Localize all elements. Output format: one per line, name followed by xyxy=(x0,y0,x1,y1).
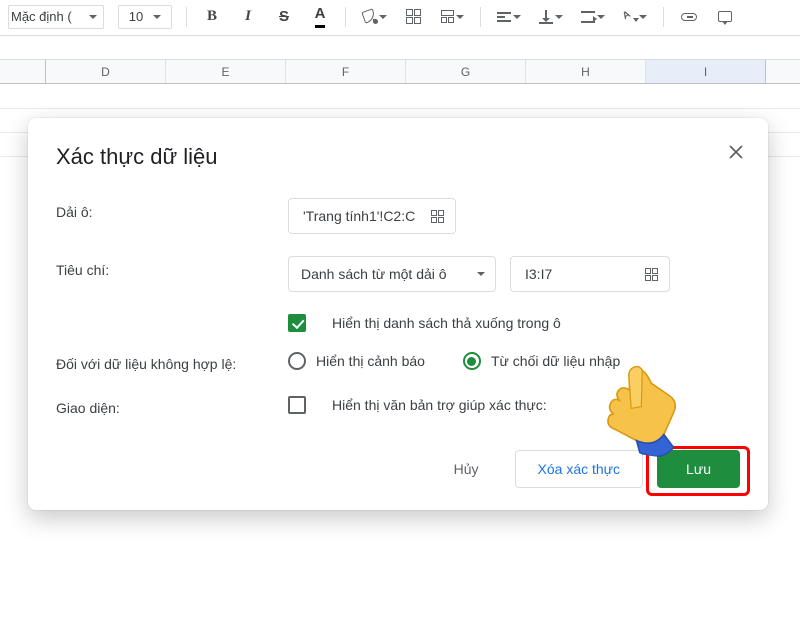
bold-button[interactable]: B xyxy=(201,6,223,28)
data-validation-dialog: Xác thực dữ liệu Dải ô: Tiêu chí: Danh s… xyxy=(28,118,768,510)
criteria-range-input[interactable] xyxy=(523,265,635,283)
column-header[interactable]: D xyxy=(46,60,166,83)
font-family-select[interactable]: Mặc định ( xyxy=(8,5,104,29)
text-color-icon: A xyxy=(315,5,326,28)
wrap-icon xyxy=(581,11,595,23)
column-header[interactable]: H xyxy=(526,60,646,83)
caret-down-icon xyxy=(456,15,464,19)
link-icon xyxy=(681,13,697,21)
merge-icon xyxy=(441,10,454,23)
appearance-label: Giao diện: xyxy=(56,394,288,416)
show-warning-label: Hiển thị cảnh báo xyxy=(316,353,425,369)
borders-icon xyxy=(406,9,421,24)
criteria-label: Tiêu chí: xyxy=(56,256,288,278)
show-help-text-checkbox[interactable] xyxy=(288,396,306,414)
strikethrough-button[interactable]: S xyxy=(273,6,295,28)
select-range-button[interactable] xyxy=(427,207,447,226)
strikethrough-icon: S xyxy=(279,8,289,25)
separator xyxy=(480,7,481,27)
vertical-align-button[interactable] xyxy=(537,6,565,28)
caret-down-icon xyxy=(639,15,647,19)
cancel-button[interactable]: Hủy xyxy=(432,450,501,488)
align-bottom-icon xyxy=(539,10,553,24)
column-headers: D E F G H I xyxy=(0,60,800,84)
caret-down-icon xyxy=(153,15,161,19)
dialog-title: Xác thực dữ liệu xyxy=(56,144,740,170)
criteria-type-select[interactable]: Danh sách từ một dải ô xyxy=(288,256,496,292)
insert-comment-button[interactable] xyxy=(714,6,736,28)
rotation-icon xyxy=(623,10,637,24)
caret-down-icon xyxy=(477,272,485,276)
select-all-corner[interactable] xyxy=(0,60,46,83)
show-help-text-label: Hiển thị văn bản trợ giúp xác thực: xyxy=(332,397,547,413)
caret-down-icon xyxy=(555,15,563,19)
text-rotation-button[interactable] xyxy=(621,6,649,28)
toolbar: Mặc định ( 10 B I S A xyxy=(0,0,800,36)
criteria-type-value: Danh sách từ một dải ô xyxy=(301,266,447,282)
select-range-button[interactable] xyxy=(641,265,661,284)
cell-range-input[interactable] xyxy=(301,207,421,225)
fill-color-button[interactable] xyxy=(360,6,388,28)
column-header[interactable]: F xyxy=(286,60,406,83)
text-wrap-button[interactable] xyxy=(579,6,607,28)
cell-range-input-wrapper xyxy=(288,198,456,234)
separator xyxy=(345,7,346,27)
caret-down-icon xyxy=(597,15,605,19)
text-color-button[interactable]: A xyxy=(309,6,331,28)
font-size-select[interactable]: 10 xyxy=(118,5,172,29)
comment-icon xyxy=(718,11,732,22)
reject-input-label: Từ chối dữ liệu nhập xyxy=(491,353,620,369)
formula-bar[interactable] xyxy=(0,36,800,60)
dialog-actions: Hủy Xóa xác thực Lưu xyxy=(56,450,740,488)
font-size-value: 10 xyxy=(129,9,143,24)
show-dropdown-checkbox[interactable] xyxy=(288,314,306,332)
font-family-value: Mặc định ( xyxy=(11,9,72,24)
reject-input-radio[interactable] xyxy=(463,352,481,370)
column-header[interactable]: E xyxy=(166,60,286,83)
caret-down-icon xyxy=(379,15,387,19)
separator xyxy=(663,7,664,27)
italic-icon: I xyxy=(245,8,251,25)
on-invalid-label: Đối với dữ liệu không hợp lệ: xyxy=(56,350,288,372)
caret-down-icon xyxy=(513,15,521,19)
merge-cells-button[interactable] xyxy=(438,6,466,28)
close-button[interactable] xyxy=(724,140,748,164)
show-dropdown-label: Hiển thị danh sách thả xuống trong ô xyxy=(332,315,561,331)
save-button[interactable]: Lưu xyxy=(657,450,740,488)
borders-button[interactable] xyxy=(402,6,424,28)
close-icon xyxy=(729,145,743,159)
remove-validation-button[interactable]: Xóa xác thực xyxy=(515,450,644,488)
cell-range-label: Dải ô: xyxy=(56,198,288,220)
bold-icon: B xyxy=(207,8,217,25)
criteria-range-input-wrapper xyxy=(510,256,670,292)
horizontal-align-button[interactable] xyxy=(495,6,523,28)
insert-link-button[interactable] xyxy=(678,6,700,28)
align-left-icon xyxy=(497,12,511,22)
italic-button[interactable]: I xyxy=(237,6,259,28)
show-warning-radio[interactable] xyxy=(288,352,306,370)
caret-down-icon xyxy=(89,15,97,19)
column-header[interactable]: I xyxy=(646,60,766,83)
fill-icon xyxy=(361,10,377,24)
separator xyxy=(186,7,187,27)
spacer xyxy=(56,314,288,320)
column-header[interactable]: G xyxy=(406,60,526,83)
